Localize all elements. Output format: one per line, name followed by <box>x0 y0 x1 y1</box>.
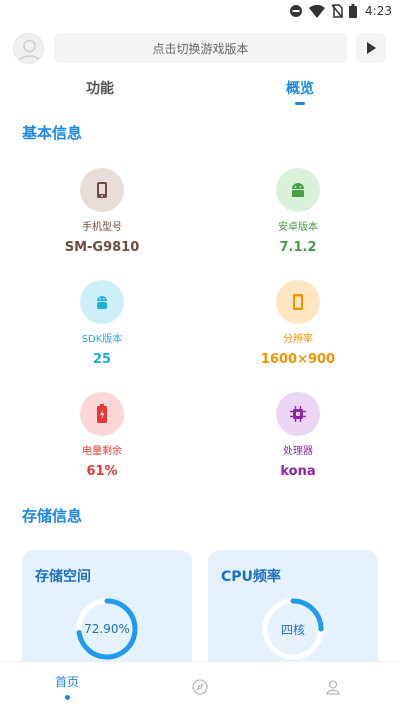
do-not-disturb-icon <box>290 5 303 17</box>
android-robot-icon <box>80 280 124 324</box>
info-label: 电量剩余 <box>82 446 122 457</box>
battery-status-icon <box>349 4 358 18</box>
phone-icon <box>80 168 124 212</box>
info-phone-model: 手机型号 SM-G9810 <box>37 168 167 256</box>
wifi-icon <box>309 4 326 18</box>
status-time: 4:23 <box>365 4 392 18</box>
no-sim-icon <box>331 4 343 18</box>
nav-home[interactable]: 首页 <box>27 662 107 711</box>
user-icon <box>326 680 340 695</box>
battery-icon <box>80 392 124 436</box>
top-row: 点击切换游戏版本 <box>13 32 387 64</box>
info-label: SDK版本 <box>81 334 123 345</box>
info-value: 7.1.2 <box>279 240 317 255</box>
status-bar: 4:23 <box>0 0 400 24</box>
play-button[interactable] <box>356 33 386 63</box>
info-label: 分辨率 <box>283 334 313 345</box>
gauge-value: 72.90% <box>84 622 130 636</box>
tab-functions[interactable]: 功能 <box>72 78 128 98</box>
info-resolution: 分辨率 1600×900 <box>233 280 363 368</box>
compass-icon <box>192 679 208 695</box>
nav-profile[interactable] <box>293 662 373 711</box>
card-title: CPU频率 <box>221 569 281 585</box>
gauge-value: 四核 <box>280 622 305 637</box>
search-placeholder: 点击切换游戏版本 <box>152 41 249 56</box>
nav-active-dot <box>64 695 70 700</box>
tab-overview[interactable]: 概览 <box>272 78 328 98</box>
tab-bar: 功能 概览 <box>0 78 400 108</box>
info-value: 25 <box>92 352 112 367</box>
avatar[interactable] <box>13 33 44 64</box>
cpu-gauge: 四核 <box>262 598 324 660</box>
tab-indicator <box>295 102 305 105</box>
version-search-box[interactable]: 点击切换游戏版本 <box>54 33 347 63</box>
info-label: 处理器 <box>283 446 313 457</box>
info-android-version: 安卓版本 7.1.2 <box>233 168 363 256</box>
info-battery: 电量剩余 61% <box>37 392 167 480</box>
info-value: 61% <box>86 464 118 479</box>
android-icon <box>276 168 320 212</box>
info-label: 安卓版本 <box>278 222 318 233</box>
info-value: 1600×900 <box>260 352 336 367</box>
storage-info-title: 存储信息 <box>22 507 83 525</box>
cpu-icon <box>276 392 320 436</box>
info-value: kona <box>280 464 316 479</box>
play-icon <box>367 42 376 54</box>
storage-gauge: 72.90% <box>76 598 138 660</box>
bottom-navigation: 首页 <box>0 661 400 711</box>
card-title: 存储空间 <box>35 569 91 585</box>
basic-info-title: 基本信息 <box>22 124 83 142</box>
status-icons: 4:23 <box>289 4 392 18</box>
info-label: 手机型号 <box>82 222 122 233</box>
screen-icon <box>276 280 320 324</box>
info-sdk-version: SDK版本 25 <box>37 280 167 368</box>
info-value: SM-G9810 <box>64 240 140 255</box>
nav-discover[interactable] <box>160 662 240 711</box>
nav-home-label: 首页 <box>54 675 79 689</box>
info-processor: 处理器 kona <box>233 392 363 480</box>
avatar-icon <box>18 39 41 63</box>
